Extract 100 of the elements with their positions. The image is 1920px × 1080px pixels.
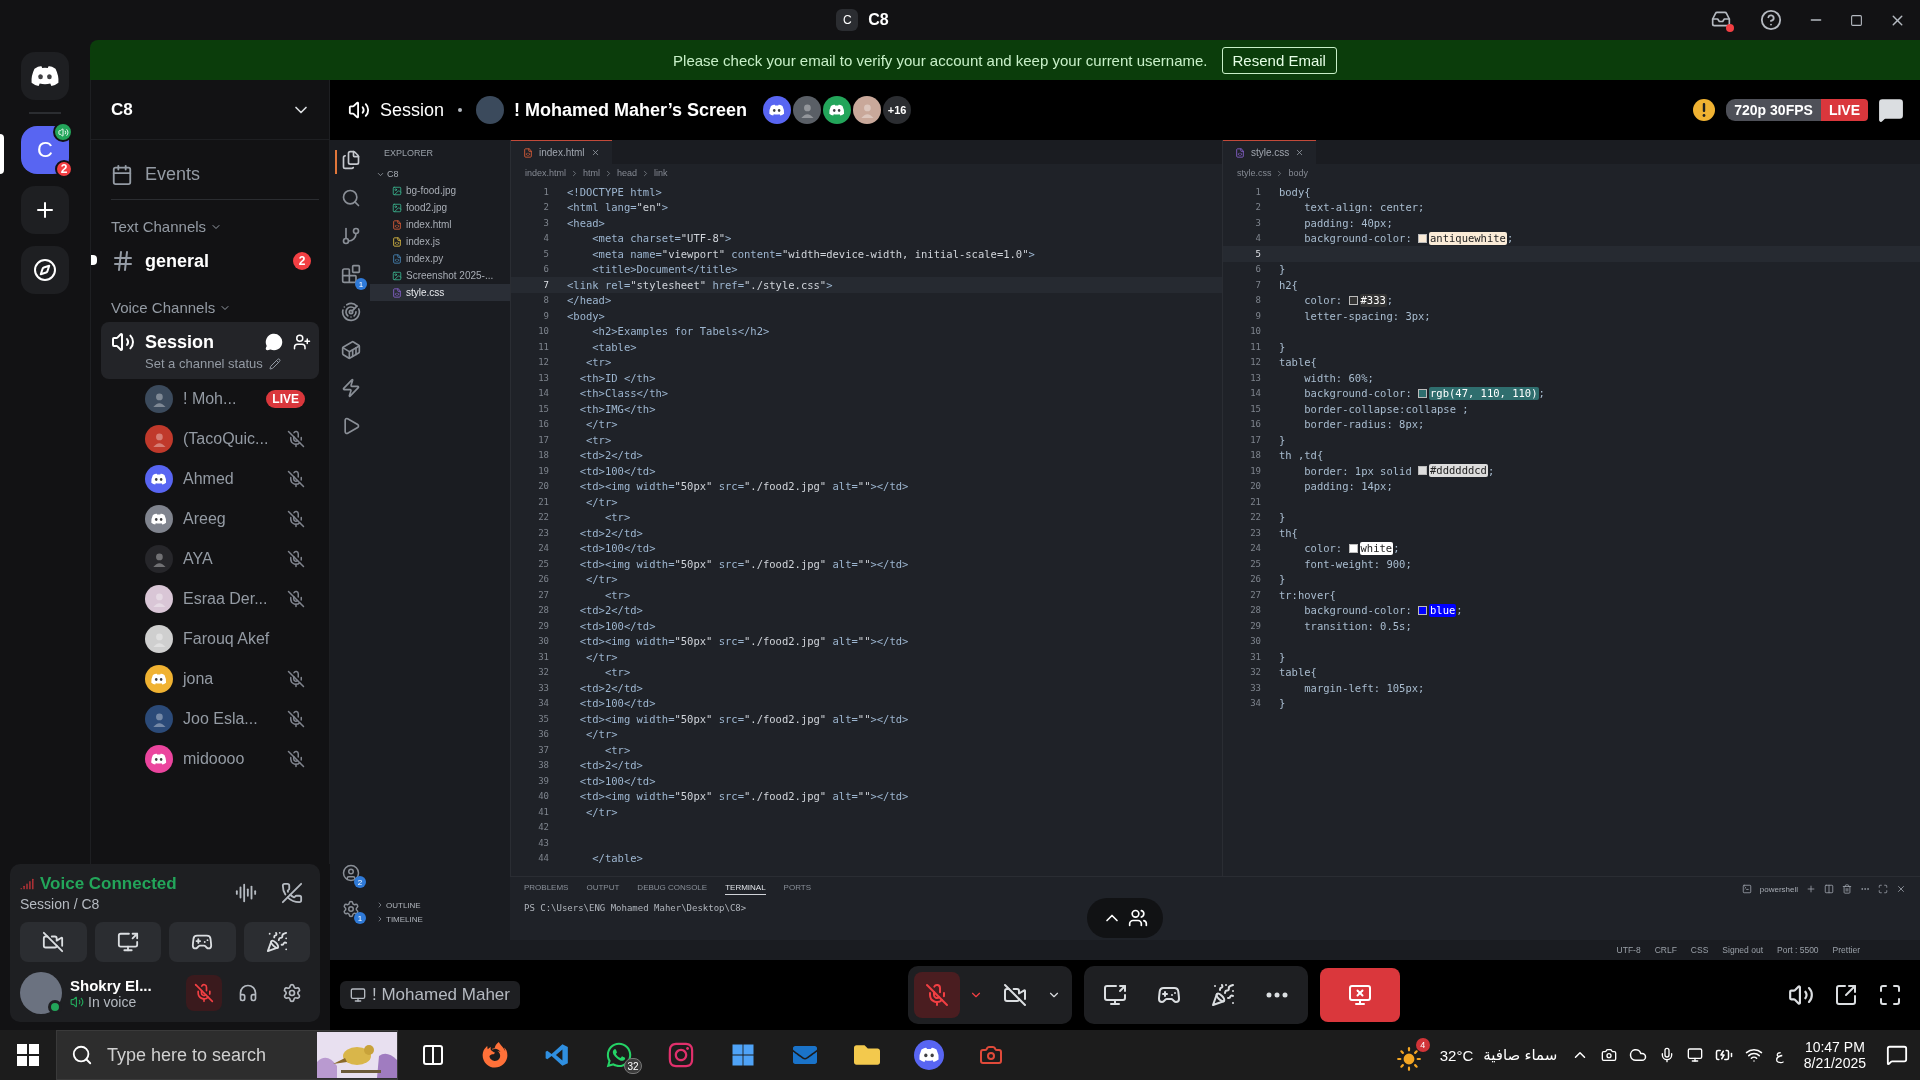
invite-icon[interactable]: [293, 333, 311, 351]
soundboard-button[interactable]: [243, 922, 310, 962]
status-item[interactable]: Prettier: [1832, 945, 1860, 955]
voice-member[interactable]: Ahmed: [91, 459, 329, 499]
volume-icon[interactable]: [1788, 982, 1814, 1008]
breadcrumb-item[interactable]: body: [1288, 168, 1308, 178]
file-item[interactable]: index.py: [370, 250, 510, 267]
file-item[interactable]: index.html: [370, 216, 510, 233]
voice-member[interactable]: ! Moh... LIVE: [91, 379, 329, 419]
voice-member[interactable]: (TacoQuic...: [91, 419, 329, 459]
status-item[interactable]: UTF-8: [1616, 945, 1641, 955]
breadcrumb-item[interactable]: index.html: [525, 168, 567, 178]
lightning-icon[interactable]: [341, 378, 361, 398]
warning-icon[interactable]: [1692, 98, 1717, 122]
voice-channel-path[interactable]: Session / C8: [20, 896, 218, 912]
file-item[interactable]: food2.jpg: [370, 199, 510, 216]
voice-member[interactable]: midoooo: [91, 739, 329, 779]
cloud-icon[interactable]: [1629, 1046, 1648, 1064]
file-item[interactable]: index.js: [370, 233, 510, 250]
blocks-icon[interactable]: [341, 264, 361, 284]
close-icon[interactable]: [1896, 884, 1906, 894]
search-input[interactable]: Type here to search: [105, 1043, 305, 1067]
chat-icon[interactable]: [265, 333, 283, 351]
panel-tab[interactable]: OUTPUT: [586, 883, 620, 895]
search-bar[interactable]: Type here to search: [56, 1030, 398, 1080]
branch-icon[interactable]: [341, 226, 361, 246]
clock-date[interactable]: 8/21/2025: [1803, 1055, 1866, 1071]
voice-member[interactable]: jona: [91, 659, 329, 699]
file-item[interactable]: Screenshot 2025-...: [370, 267, 510, 284]
section-header[interactable]: TIMELINE: [386, 914, 423, 924]
temperature[interactable]: 32°C: [1439, 1046, 1474, 1064]
popout-icon[interactable]: [1834, 983, 1858, 1007]
screen-share-button[interactable]: [94, 922, 161, 962]
panel-tab[interactable]: PORTS: [783, 883, 812, 895]
editor-tab[interactable]: index.html: [511, 140, 612, 164]
maximize-icon[interactable]: [1850, 13, 1863, 27]
category-header[interactable]: Voice Channels: [111, 299, 216, 316]
voice-member[interactable]: Areeg: [91, 499, 329, 539]
weather-condition[interactable]: سماء صافية: [1483, 1046, 1558, 1064]
viewer-count[interactable]: +16: [883, 96, 912, 124]
wifi-icon[interactable]: [1745, 1046, 1764, 1064]
camera-icon[interactable]: [1601, 1047, 1618, 1063]
clock-time[interactable]: 10:47 PM: [1804, 1039, 1865, 1055]
home-button[interactable]: [21, 52, 69, 100]
voice-member[interactable]: Esraa Der...: [91, 579, 329, 619]
section-header[interactable]: OUTLINE: [386, 900, 421, 910]
server-name[interactable]: C8: [111, 99, 133, 120]
add-server-button[interactable]: [21, 186, 69, 234]
display-icon[interactable]: [1687, 1047, 1704, 1063]
help-icon[interactable]: [1760, 9, 1782, 31]
status-item[interactable]: Signed out: [1722, 945, 1763, 955]
radar-icon[interactable]: [341, 302, 361, 322]
voice-member[interactable]: Farouq Akef: [91, 619, 329, 659]
breadcrumb-item[interactable]: style.css: [1236, 168, 1272, 178]
sun-icon[interactable]: [1395, 1046, 1422, 1072]
file-item[interactable]: style.css: [370, 284, 510, 301]
camera-button[interactable]: [20, 922, 87, 962]
search-icon[interactable]: [341, 188, 361, 208]
participants-button[interactable]: [1087, 898, 1163, 938]
resend-email-button[interactable]: Resend Email: [1221, 46, 1337, 74]
close-icon[interactable]: [590, 148, 600, 157]
activity-button[interactable]: [169, 922, 236, 962]
voice-member[interactable]: Joo Esla...: [91, 699, 329, 739]
box-icon[interactable]: [341, 340, 361, 360]
split-icon[interactable]: [1824, 884, 1834, 894]
selected-channel[interactable]: Session Set a channel status: [101, 322, 319, 379]
category-header[interactable]: Text Channels: [111, 218, 207, 235]
voice-member[interactable]: AYA: [91, 539, 329, 579]
editor-tab[interactable]: style.css: [1222, 140, 1317, 164]
notifications-icon[interactable]: [1886, 1044, 1908, 1066]
channel-status[interactable]: Set a channel status: [145, 356, 263, 371]
add-icon[interactable]: [1806, 884, 1816, 894]
account-icon[interactable]: [342, 864, 360, 882]
breadcrumb-item[interactable]: html: [583, 168, 601, 178]
mute-button[interactable]: [186, 975, 222, 1011]
breadcrumb-item[interactable]: head: [617, 168, 638, 178]
channel-item[interactable]: general 2: [101, 241, 319, 281]
panel-tab[interactable]: PROBLEMS: [524, 883, 569, 895]
input-language[interactable]: ع: [1775, 1047, 1784, 1063]
panel-tab[interactable]: DEBUG CONSOLE: [637, 883, 708, 895]
chat-icon[interactable]: [1878, 97, 1904, 123]
breadcrumb-item[interactable]: link: [654, 168, 668, 178]
fullscreen-icon[interactable]: [1878, 983, 1902, 1007]
close-icon[interactable]: [1295, 148, 1305, 157]
panel-tab[interactable]: TERMINAL: [725, 883, 766, 895]
play-icon[interactable]: [341, 416, 361, 436]
stop-stream-button[interactable]: [1319, 968, 1400, 1022]
discover-button[interactable]: [21, 246, 69, 294]
mute-button[interactable]: [913, 972, 960, 1018]
shell-name[interactable]: powershell: [1759, 884, 1798, 894]
status-item[interactable]: CSS: [1690, 945, 1709, 955]
file-item[interactable]: bg-food.jpg: [370, 182, 510, 199]
chat-app-button[interactable]: 32: [590, 1030, 648, 1080]
status-item[interactable]: CRLF: [1654, 945, 1677, 955]
server-button[interactable]: C 2: [21, 126, 69, 174]
folder-name[interactable]: C8: [387, 169, 399, 179]
settings-icon[interactable]: [342, 900, 360, 918]
files-icon[interactable]: [341, 150, 361, 170]
status-item[interactable]: Port : 5500: [1777, 945, 1819, 955]
trash-icon[interactable]: [1842, 884, 1852, 894]
